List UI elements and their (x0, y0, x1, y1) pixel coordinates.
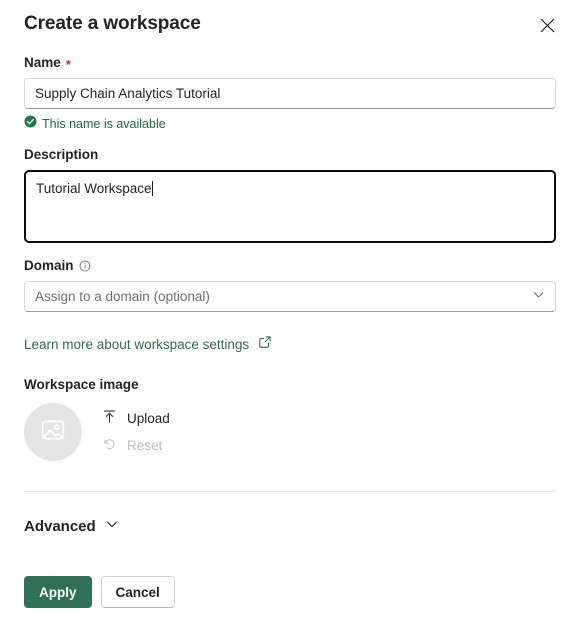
checkmark-circle-icon (24, 115, 37, 132)
description-wrapper: Tutorial Workspace (24, 170, 556, 243)
workspace-image-group: Workspace image Upload Reset (24, 376, 556, 461)
description-value: Tutorial Workspace (36, 181, 152, 196)
domain-label-text: Domain (24, 258, 74, 273)
chevron-down-icon (105, 517, 119, 535)
name-field-group: Name * This name is available (24, 54, 556, 132)
domain-placeholder: Assign to a domain (optional) (35, 289, 210, 304)
learn-more-link[interactable]: Learn more about workspace settings (24, 335, 272, 354)
section-divider (24, 491, 556, 492)
advanced-toggle[interactable]: Advanced (24, 517, 119, 535)
description-label: Description (24, 146, 556, 164)
dialog-header: Create a workspace (24, 0, 556, 40)
reset-button[interactable]: Reset (102, 436, 170, 456)
dialog-footer: Apply Cancel (24, 576, 175, 608)
learn-more-text: Learn more about workspace settings (24, 336, 250, 352)
domain-select[interactable]: Assign to a domain (optional) (24, 281, 556, 312)
workspace-image-label: Workspace image (24, 376, 556, 394)
domain-field-group: Domain Assign to a domain (optional) (24, 257, 556, 312)
undo-icon (102, 436, 117, 456)
create-workspace-dialog: Create a workspace Name * This name is a… (0, 0, 580, 618)
reset-label: Reset (127, 437, 163, 453)
close-icon (540, 18, 555, 33)
text-cursor (151, 181, 153, 196)
upload-label: Upload (127, 410, 170, 426)
name-availability-status: This name is available (24, 115, 556, 132)
external-link-icon (258, 335, 272, 354)
workspace-description-textarea[interactable]: Tutorial Workspace (24, 170, 556, 243)
workspace-image-row: Upload Reset (24, 403, 556, 461)
avatar (24, 403, 82, 461)
image-actions: Upload Reset (102, 409, 170, 456)
close-button[interactable] (532, 10, 562, 40)
workspace-name-input[interactable] (24, 78, 556, 109)
image-placeholder-icon (39, 416, 67, 449)
name-label-text: Name (24, 55, 61, 70)
advanced-label: Advanced (24, 517, 96, 535)
availability-text: This name is available (42, 116, 166, 131)
upload-button[interactable]: Upload (102, 409, 170, 429)
name-label: Name * (24, 54, 556, 72)
apply-button[interactable]: Apply (24, 576, 92, 608)
workspace-image-label-text: Workspace image (24, 377, 139, 392)
cancel-button[interactable]: Cancel (100, 576, 175, 608)
description-field-group: Description Tutorial Workspace (24, 146, 556, 243)
page-title: Create a workspace (24, 13, 201, 34)
info-icon[interactable] (79, 260, 91, 272)
required-asterisk: * (65, 57, 71, 72)
domain-label: Domain (24, 257, 556, 275)
description-label-text: Description (24, 147, 99, 162)
upload-icon (102, 409, 117, 429)
chevron-down-icon (532, 288, 545, 306)
